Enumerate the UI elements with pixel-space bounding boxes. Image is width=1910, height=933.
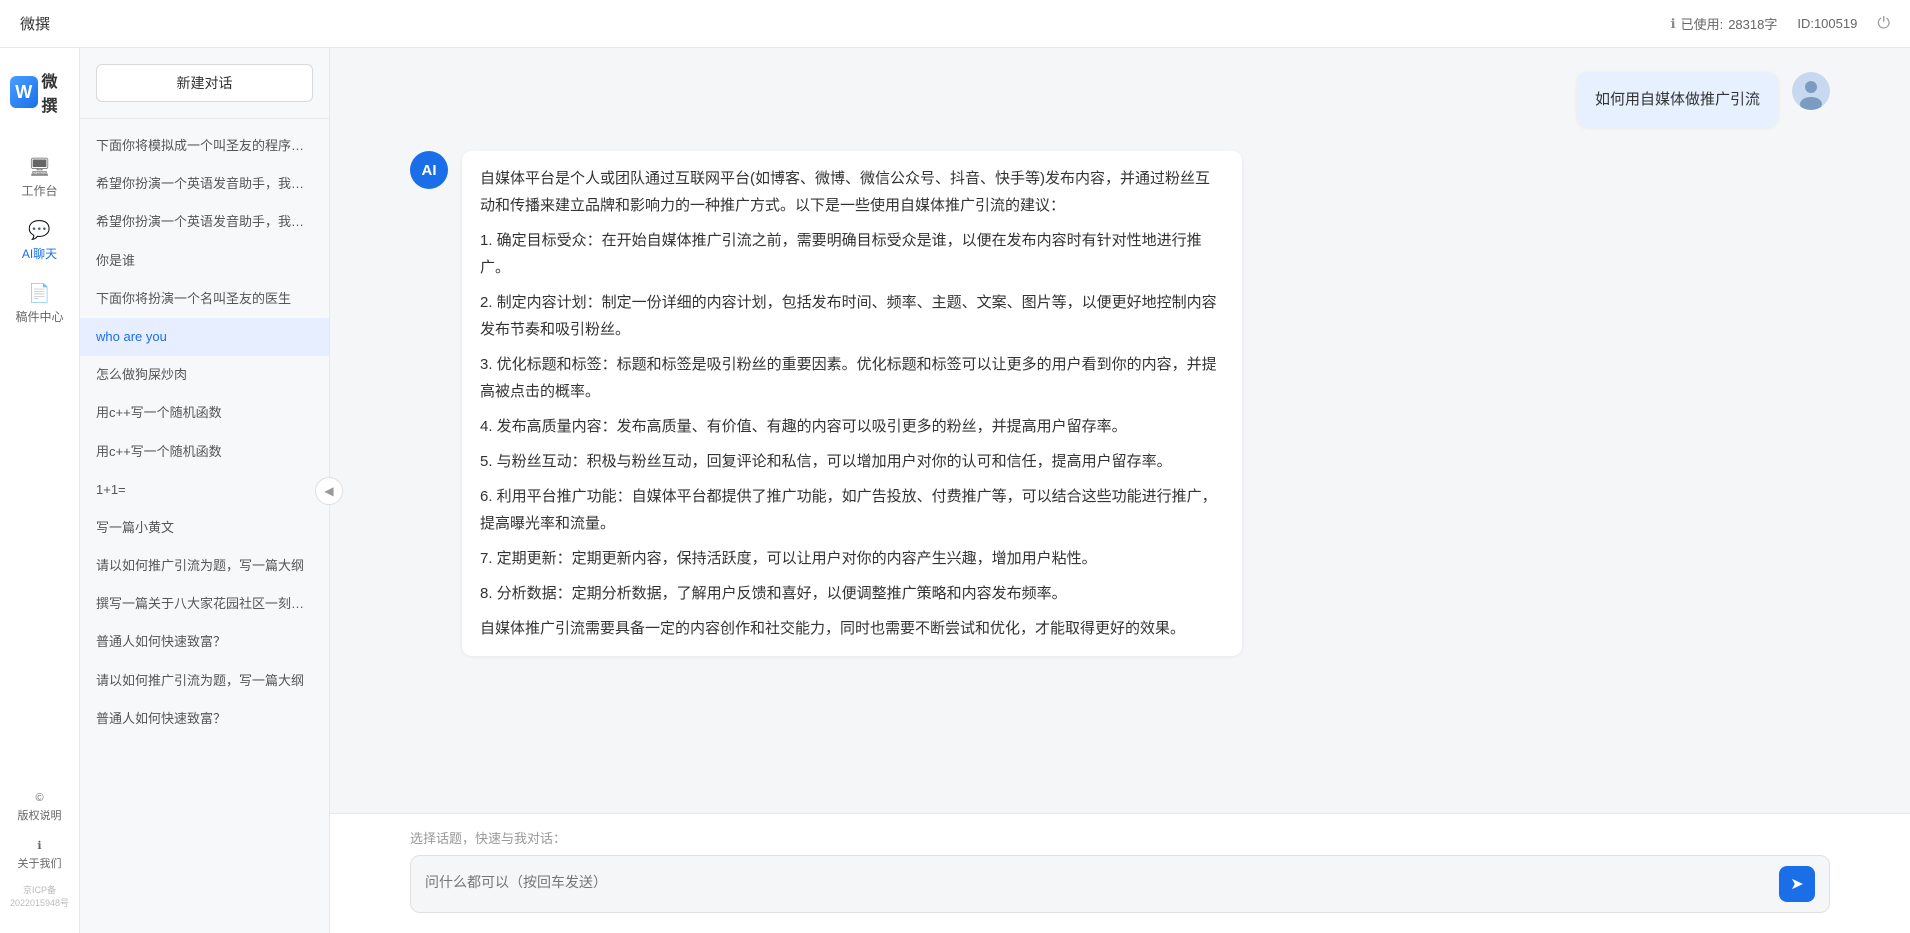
ai-message-row: AI 自媒体平台是个人或团队通过互联网平台(如博客、微博、微信公众号、抖音、快手…	[410, 151, 1830, 656]
user-message-row: 如何用自媒体做推广引流	[410, 72, 1830, 127]
user-message-text: 如何用自媒体做推广引流	[1595, 91, 1760, 108]
list-item[interactable]: 1+1=	[80, 471, 329, 509]
chat-input[interactable]	[425, 872, 1769, 896]
sidebar-item-about[interactable]: ℹ 关于我们	[0, 831, 79, 879]
workspace-icon: 🖥	[29, 156, 51, 178]
ai-message-text: 自媒体平台是个人或团队通过互联网平台(如博客、微博、微信公众号、抖音、快手等)发…	[480, 165, 1224, 642]
sidebar-item-drafts[interactable]: 📄 稿件中心	[0, 272, 79, 335]
workspace-label: 工作台	[21, 182, 57, 199]
ai-chat-label: AI聊天	[22, 245, 57, 262]
list-item[interactable]: 下面你将扮演一个名叫圣友的医生	[80, 280, 329, 318]
list-item-active[interactable]: who are you	[80, 318, 329, 356]
topbar-usage: ℹ 已使用: 28318字	[1671, 14, 1778, 33]
input-area: 选择话题，快速与我对话： ➤	[330, 813, 1910, 933]
list-item[interactable]: 怎么做狗屎炒肉	[80, 356, 329, 394]
list-item[interactable]: 写一篇小黄文	[80, 509, 329, 547]
chat-messages: 如何用自媒体做推广引流 AI 自媒体平台是个人或团队通过互联网平台(如博客、微博…	[330, 48, 1910, 813]
usage-icon: ℹ	[1671, 16, 1676, 32]
user-message-bubble: 如何用自媒体做推广引流	[1577, 72, 1778, 127]
logo-area: W 微撰	[0, 68, 79, 116]
input-box-wrap: ➤	[410, 855, 1830, 913]
list-item[interactable]: 普通人如何快速致富？	[80, 623, 329, 661]
conversation-header: 新建对话	[80, 48, 329, 119]
usage-value: 28318字	[1728, 14, 1777, 33]
copyright-label: 版权说明	[18, 807, 62, 823]
sidebar-item-workspace[interactable]: 🖥 工作台	[0, 146, 79, 209]
list-item[interactable]: 普通人如何快速致富？	[80, 700, 329, 738]
ai-chat-icon: 💬	[29, 219, 51, 241]
user-avatar	[1792, 72, 1830, 110]
main-layout: W 微撰 🖥 工作台 💬 AI聊天 📄 稿件中心 © 版权说明 ℹ 关于我们 京	[0, 48, 1910, 933]
copyright-icon: ©	[35, 792, 43, 804]
list-item[interactable]: 下面你将模拟成一个叫圣友的程序员，我说...	[80, 127, 329, 165]
list-item[interactable]: 请以如何推广引流为题，写一篇大纲	[80, 547, 329, 585]
logo-text: 微撰	[42, 68, 70, 116]
ai-message-bubble: 自媒体平台是个人或团队通过互联网平台(如博客、微博、微信公众号、抖音、快手等)发…	[462, 151, 1242, 656]
icp-text: 京ICP备2022015948号	[0, 879, 79, 913]
topbar-id: ID:100519	[1797, 16, 1857, 31]
topbar-right-section: ℹ 已使用: 28318字 ID:100519 ⏻	[1671, 14, 1890, 33]
sidebar-item-ai-chat[interactable]: 💬 AI聊天	[0, 209, 79, 272]
list-item[interactable]: 希望你扮演一个英语发音助手，我提供给你...	[80, 203, 329, 241]
drafts-label: 稿件中心	[15, 308, 63, 325]
logout-icon[interactable]: ⏻	[1877, 15, 1890, 33]
list-item[interactable]: 用c++写一个随机函数	[80, 394, 329, 432]
topbar-title: 微撰	[20, 13, 50, 34]
chat-area: 如何用自媒体做推广引流 AI 自媒体平台是个人或团队通过互联网平台(如博客、微博…	[330, 48, 1910, 933]
about-icon: ℹ	[37, 839, 41, 852]
list-item[interactable]: 用c++写一个随机函数	[80, 433, 329, 471]
conversation-list: 下面你将模拟成一个叫圣友的程序员，我说... 希望你扮演一个英语发音助手，我提供…	[80, 119, 329, 933]
left-nav: W 微撰 🖥 工作台 💬 AI聊天 📄 稿件中心 © 版权说明 ℹ 关于我们 京	[0, 48, 80, 933]
list-item[interactable]: 希望你扮演一个英语发音助手，我提供给你...	[80, 165, 329, 203]
topbar: 微撰 ℹ 已使用: 28318字 ID:100519 ⏻	[0, 0, 1910, 48]
send-button[interactable]: ➤	[1779, 866, 1815, 902]
ai-avatar: AI	[410, 151, 448, 189]
list-item[interactable]: 请以如何推广引流为题，写一篇大纲	[80, 662, 329, 700]
quick-topics-label: 选择话题，快速与我对话：	[410, 828, 1830, 847]
new-chat-button[interactable]: 新建对话	[96, 64, 313, 102]
list-item[interactable]: 你是谁	[80, 242, 329, 280]
send-icon: ➤	[1790, 874, 1803, 894]
conversation-sidebar: 新建对话 下面你将模拟成一个叫圣友的程序员，我说... 希望你扮演一个英语发音助…	[80, 48, 330, 933]
list-item[interactable]: 撰写一篇关于八大家花园社区一刻钟便民生...	[80, 585, 329, 623]
nav-bottom: © 版权说明 ℹ 关于我们 京ICP备2022015948号	[0, 784, 79, 933]
collapse-sidebar-button[interactable]: ◀	[315, 477, 343, 505]
usage-label: 已使用:	[1681, 14, 1724, 33]
drafts-icon: 📄	[29, 282, 51, 304]
logo-w-icon: W	[10, 76, 38, 108]
about-label: 关于我们	[18, 855, 62, 871]
sidebar-item-copyright[interactable]: © 版权说明	[0, 784, 79, 831]
